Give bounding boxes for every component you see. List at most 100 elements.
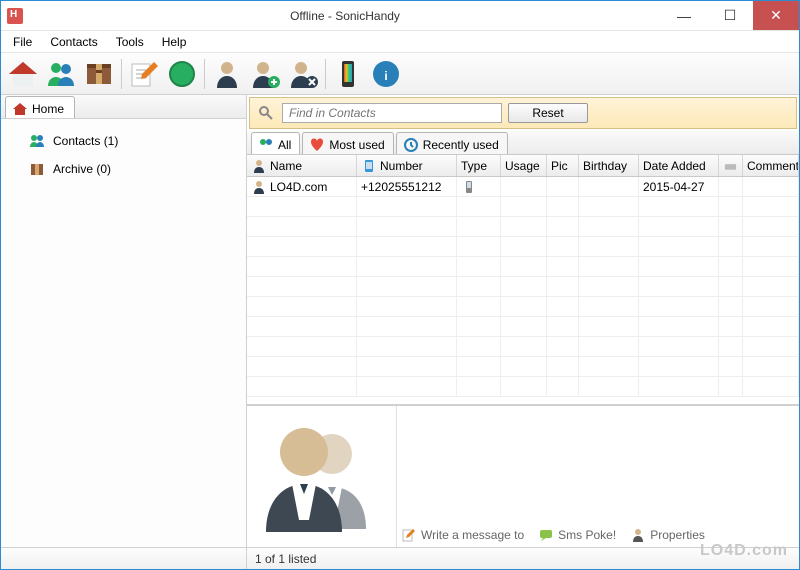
- col-birthday[interactable]: Birthday: [579, 155, 639, 176]
- col-type[interactable]: Type: [457, 155, 501, 176]
- sidebar-tab-home[interactable]: Home: [5, 96, 75, 118]
- toolbar-separator: [204, 59, 205, 89]
- contacts-grid: Name Number Type Usage Pic Birthday Date…: [247, 155, 799, 405]
- menu-contacts[interactable]: Contacts: [42, 33, 105, 51]
- maximize-button[interactable]: ☐: [707, 1, 753, 30]
- action-bar: Write a message to Sms Poke! Properties: [401, 527, 705, 543]
- cell-pic: [547, 177, 579, 197]
- person-button[interactable]: [209, 56, 245, 92]
- sidebar-item-label: Contacts (1): [53, 134, 118, 148]
- detail-pane: Write a message to Sms Poke! Properties: [247, 405, 799, 547]
- cell-comment-icon: [719, 177, 743, 197]
- cell-type: [457, 177, 501, 197]
- action-label: Properties: [650, 528, 705, 542]
- contact-avatar: [247, 406, 397, 547]
- col-number[interactable]: Number: [357, 155, 457, 176]
- properties-icon: [630, 527, 646, 543]
- home-icon: [7, 58, 39, 90]
- device-icon: [332, 58, 364, 90]
- window-controls: — ☐ ✕: [661, 1, 799, 30]
- toolbar-separator: [121, 59, 122, 89]
- record-button[interactable]: [164, 56, 200, 92]
- search-bar: Reset: [249, 97, 797, 129]
- cell-comment: [743, 177, 799, 197]
- add-person-button[interactable]: [247, 56, 283, 92]
- remove-person-button[interactable]: [285, 56, 321, 92]
- tab-label: Most used: [329, 138, 384, 152]
- tab-all[interactable]: All: [251, 132, 300, 154]
- contacts-button[interactable]: [43, 56, 79, 92]
- col-usage[interactable]: Usage: [501, 155, 547, 176]
- tab-label: Recently used: [423, 138, 499, 152]
- grid-header: Name Number Type Usage Pic Birthday Date…: [247, 155, 799, 177]
- menu-file[interactable]: File: [5, 33, 40, 51]
- new-message-button[interactable]: [126, 56, 162, 92]
- info-button[interactable]: i: [368, 56, 404, 92]
- statusbar: 1 of 1 listed: [1, 547, 799, 569]
- table-row[interactable]: LO4D.com +12025551212 2015-04-27: [247, 177, 799, 197]
- contacts-icon: [258, 137, 274, 153]
- clock-icon: [403, 137, 419, 153]
- tab-most-used[interactable]: Most used: [302, 132, 393, 154]
- home-button[interactable]: [5, 56, 41, 92]
- filter-tabs: All Most used Recently used: [247, 131, 799, 155]
- col-comment-icon[interactable]: [719, 155, 743, 176]
- contacts-icon: [45, 58, 77, 90]
- action-label: Write a message to: [421, 528, 524, 542]
- search-input[interactable]: [282, 103, 502, 123]
- window-title: Offline - SonicHandy: [29, 9, 661, 23]
- person-remove-icon: [287, 58, 319, 90]
- sidebar-item-label: Archive (0): [53, 162, 111, 176]
- main-pane: Reset All Most used Recently used: [247, 95, 799, 547]
- sms-icon: [538, 527, 554, 543]
- sidebar-tabstrip: Home: [1, 95, 246, 119]
- svg-text:i: i: [384, 69, 387, 83]
- status-text: 1 of 1 listed: [247, 552, 324, 566]
- phone-icon: [361, 158, 377, 174]
- titlebar: Offline - SonicHandy — ☐ ✕: [1, 1, 799, 31]
- info-icon: i: [370, 58, 402, 90]
- cell-usage: [501, 177, 547, 197]
- col-date-added[interactable]: Date Added: [639, 155, 719, 176]
- tab-recently-used[interactable]: Recently used: [396, 132, 508, 154]
- edit-icon: [401, 527, 417, 543]
- sidebar-item-contacts[interactable]: Contacts (1): [1, 127, 246, 155]
- sidebar-items: Contacts (1) Archive (0): [1, 119, 246, 191]
- col-comment[interactable]: Comment: [743, 155, 799, 176]
- reset-button[interactable]: Reset: [508, 103, 588, 123]
- contacts-icon: [29, 133, 45, 149]
- action-label: Sms Poke!: [558, 528, 616, 542]
- cell-name: LO4D.com: [247, 177, 357, 197]
- col-name[interactable]: Name: [247, 155, 357, 176]
- grid-body[interactable]: LO4D.com +12025551212 2015-04-27: [247, 177, 799, 405]
- statusbar-left: [1, 548, 247, 569]
- empty-rows: [247, 197, 799, 397]
- heart-icon: [309, 137, 325, 153]
- menu-tools[interactable]: Tools: [108, 33, 152, 51]
- properties-button[interactable]: Properties: [630, 527, 705, 543]
- tab-label: All: [278, 138, 291, 152]
- close-button[interactable]: ✕: [753, 1, 799, 30]
- menu-help[interactable]: Help: [154, 33, 195, 51]
- avatar-icon: [262, 414, 382, 534]
- app-window: Offline - SonicHandy — ☐ ✕ File Contacts…: [0, 0, 800, 570]
- col-pic[interactable]: Pic: [547, 155, 579, 176]
- write-message-button[interactable]: Write a message to: [401, 527, 524, 543]
- sidebar: Home Contacts (1) Archive (0): [1, 95, 247, 547]
- archive-button[interactable]: [81, 56, 117, 92]
- device-button[interactable]: [330, 56, 366, 92]
- edit-icon: [128, 58, 160, 90]
- cell-birthday: [579, 177, 639, 197]
- sms-poke-button[interactable]: Sms Poke!: [538, 527, 616, 543]
- mobile-icon: [461, 179, 477, 195]
- toolbar-separator: [325, 59, 326, 89]
- sidebar-item-archive[interactable]: Archive (0): [1, 155, 246, 183]
- menubar: File Contacts Tools Help: [1, 31, 799, 53]
- home-icon: [12, 101, 28, 117]
- search-icon: [256, 103, 276, 123]
- comment-icon: [723, 158, 738, 174]
- sidebar-tab-label: Home: [32, 102, 64, 116]
- person-icon: [251, 158, 267, 174]
- app-icon: [7, 8, 23, 24]
- minimize-button[interactable]: —: [661, 1, 707, 30]
